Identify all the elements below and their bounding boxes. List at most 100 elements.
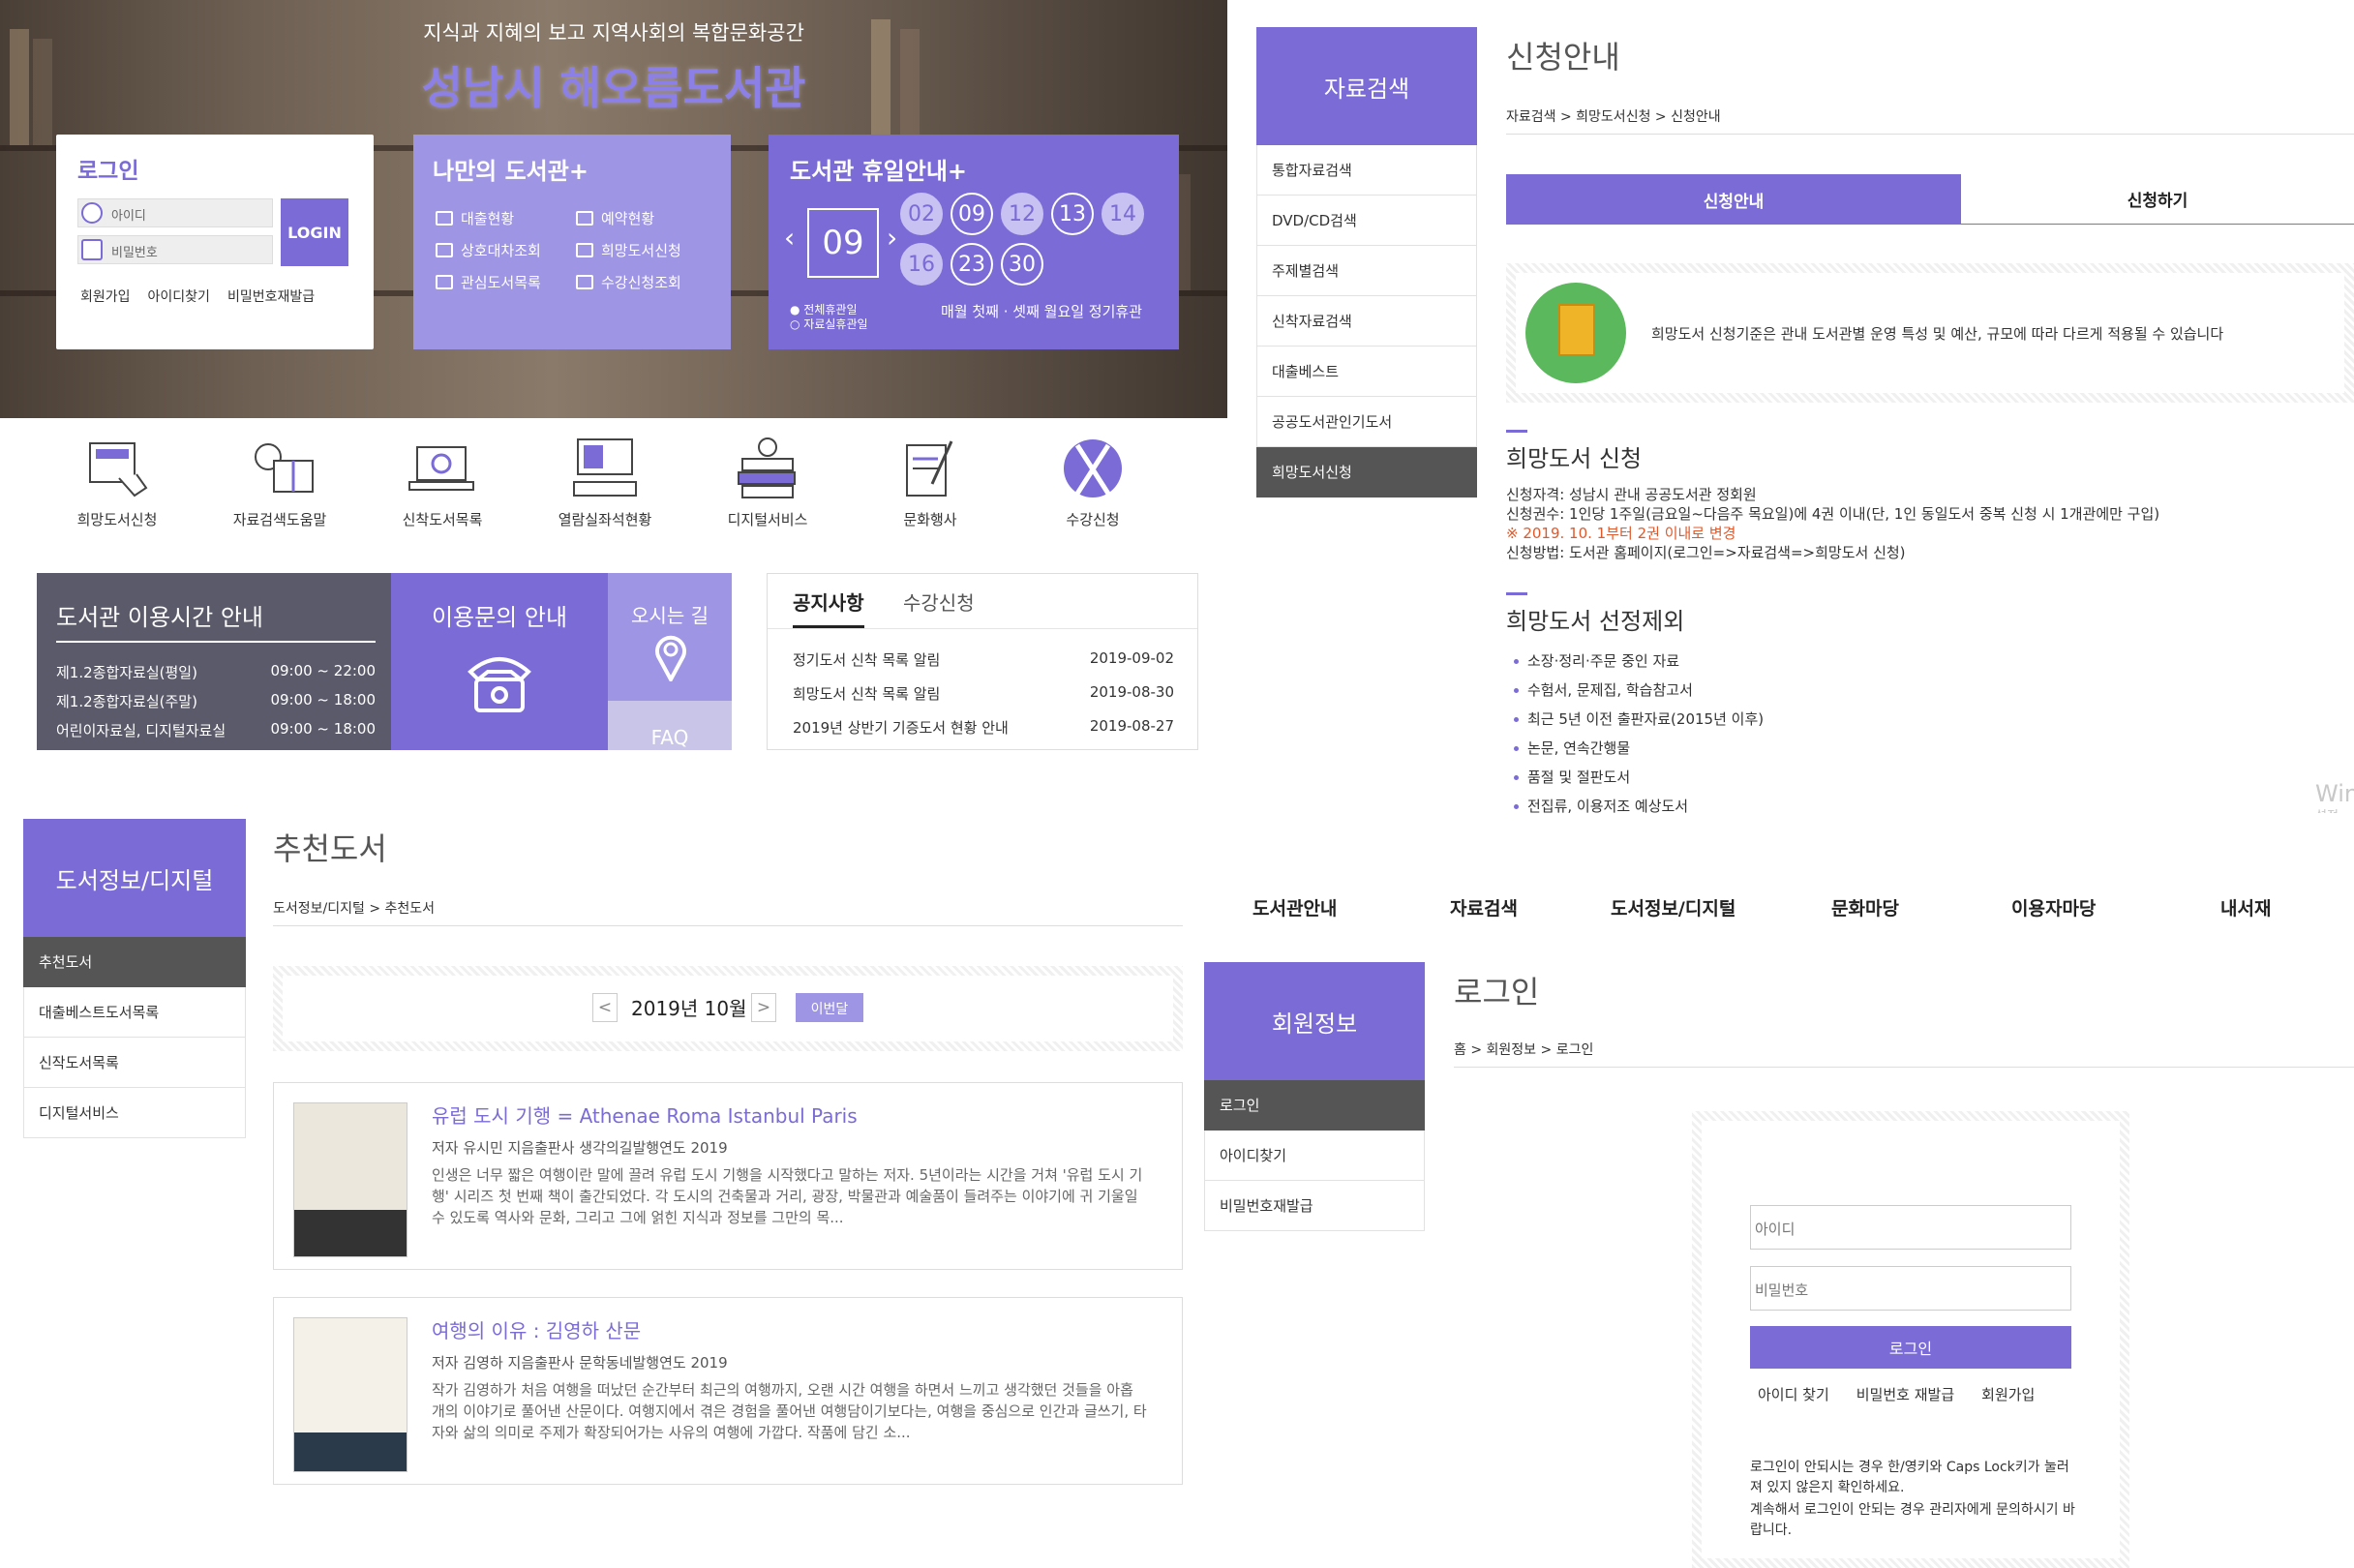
my-interest-list[interactable]: 관심도서목록: [436, 272, 541, 292]
fork-knife-icon: [1056, 436, 1130, 503]
my-course-list[interactable]: 수강신청조회: [576, 272, 681, 292]
quick-hope-book[interactable]: 희망도서신청: [45, 418, 190, 529]
my-reservation[interactable]: 예약현황: [576, 208, 654, 228]
faq-box[interactable]: FAQ: [608, 701, 732, 750]
book-meta: 저자 유시민 지음출판사 생각의길발행연도 2019: [432, 1139, 728, 1157]
side-item[interactable]: 공공도서관인기도서: [1256, 397, 1477, 447]
book-card[interactable]: 여행의 이유 : 김영하 산문 저자 김영하 지음출판사 문학동네발행연도 20…: [273, 1297, 1183, 1485]
hours-row: 제1.2종합자료실(평일) 09:00 ~ 22:00: [56, 662, 376, 681]
my-hope-book[interactable]: 희망도서신청: [576, 240, 681, 260]
notice-row[interactable]: 정기도서 신착 목록 알림 2019-09-02: [793, 649, 1174, 670]
side-item-active[interactable]: 희망도서신청: [1256, 447, 1477, 498]
section-title: 희망도서 신청: [1506, 445, 1643, 472]
side-item[interactable]: 통합자료검색: [1256, 145, 1477, 196]
book-title[interactable]: 유럽 도시 기행 = Athenae Roma Istanbul Paris: [432, 1101, 858, 1129]
side-item-active[interactable]: 로그인: [1204, 1080, 1425, 1131]
grid-icon: [436, 211, 453, 226]
notice-row[interactable]: 희망도서 신착 목록 알림 2019-08-30: [793, 683, 1174, 704]
prev-month-icon[interactable]: ‹: [784, 222, 795, 254]
this-month-button[interactable]: 이번달: [796, 993, 863, 1022]
notice-box: 공지사항 수강신청 정기도서 신착 목록 알림 2019-09-02 희망도서 신…: [767, 573, 1198, 750]
quick-new-books[interactable]: 신착도서목록: [370, 418, 515, 529]
side-title: 도서정보/디지털: [23, 819, 246, 937]
gnb-item[interactable]: 도서정보/디지털: [1611, 894, 1735, 920]
gnb-item[interactable]: 내서재: [2220, 894, 2271, 920]
book-cover: [293, 1102, 407, 1257]
find-id-link[interactable]: 아이디 찾기: [1758, 1384, 1829, 1404]
id-input[interactable]: 아이디: [1750, 1205, 2071, 1250]
next-month-icon[interactable]: ›: [887, 222, 897, 254]
side-item[interactable]: 대출베스트: [1256, 347, 1477, 397]
tab-course[interactable]: 수강신청: [903, 588, 975, 616]
check-icon: [576, 275, 593, 289]
prev-month-button[interactable]: <: [592, 993, 618, 1022]
side-item[interactable]: 아이디찾기: [1204, 1131, 1425, 1181]
hours-row: 제1.2종합자료실(주말) 09:00 ~ 18:00: [56, 691, 376, 710]
side-item[interactable]: DVD/CD검색: [1256, 196, 1477, 246]
side-item[interactable]: 대출베스트도서목록: [23, 987, 246, 1038]
book-title[interactable]: 여행의 이유 : 김영하 산문: [432, 1315, 641, 1343]
apply-line: 신청방법: 도서관 홈페이지(로그인=>자료검색=>희망도서 신청): [1506, 544, 1906, 561]
login-button[interactable]: LOGIN: [281, 198, 348, 266]
side-item[interactable]: 신착자료검색: [1256, 296, 1477, 347]
quick-search-help[interactable]: 자료검색도움말: [207, 418, 352, 529]
side-item-active[interactable]: 추천도서: [23, 937, 246, 987]
bookstack-icon: [436, 275, 453, 289]
hero-banner: 지식과 지혜의 보고 지역사회의 복합문화공간 성남시 해오름도서관 로그인 아…: [0, 0, 1227, 418]
quick-course[interactable]: 수강신청: [1020, 418, 1165, 529]
exclude-item: 전집류, 이용저조 예상도서: [1514, 796, 1688, 813]
my-interlibrary[interactable]: 상호대차조회: [436, 240, 541, 260]
my-library-title[interactable]: 나만의 도서관+: [433, 152, 588, 186]
gnb-item[interactable]: 자료검색: [1450, 894, 1518, 920]
signup-link[interactable]: 회원가입: [1981, 1384, 2035, 1404]
login-pw-placeholder: 비밀번호: [111, 246, 158, 260]
quick-menu: 희망도서신청 자료검색도움말 신착도서목록 열람실좌석현황 디지털서비스 문화행…: [0, 418, 1227, 546]
gnb-item[interactable]: 이용자마당: [2011, 894, 2096, 920]
login-id-input[interactable]: 아이디: [77, 198, 273, 227]
inquiry-title: 이용문의 안내: [431, 604, 568, 631]
inquiry-box[interactable]: 이용문의 안내: [391, 573, 608, 750]
person-icon: [576, 243, 593, 257]
reset-pw-link[interactable]: 비밀번호재발급: [227, 286, 315, 306]
find-id-link[interactable]: 아이디찾기: [148, 286, 210, 306]
next-month-button[interactable]: >: [751, 993, 776, 1022]
book-desc: 인생은 너무 짧은 여행이란 말에 끌려 유럽 도시 기행을 시작했다고 말하는…: [432, 1166, 1143, 1226]
book-icon: [576, 211, 593, 226]
legend-room-closed: ○ 자료실휴관일: [790, 317, 868, 331]
lightbulb-book-icon: [243, 436, 317, 503]
tab-guide[interactable]: 신청안내: [1506, 174, 1961, 225]
page-title: 로그인: [1454, 974, 1540, 1010]
reset-pw-link[interactable]: 비밀번호 재발급: [1856, 1384, 1954, 1404]
scroll-pen-icon: [893, 436, 967, 503]
side-item[interactable]: 주제별검색: [1256, 246, 1477, 296]
quick-seat-status[interactable]: 열람실좌석현황: [532, 418, 678, 529]
login-submit-button[interactable]: 로그인: [1750, 1326, 2071, 1369]
quick-digital[interactable]: 디지털서비스: [695, 418, 840, 529]
page-title: 신청안내: [1506, 39, 1620, 75]
book-card[interactable]: 유럽 도시 기행 = Athenae Roma Istanbul Paris 저…: [273, 1082, 1183, 1270]
quick-culture[interactable]: 문화행사: [858, 418, 1003, 529]
books-apple-icon: [731, 436, 804, 503]
home-panel: 지식과 지혜의 보고 지역사회의 복합문화공간 성남시 해오름도서관 로그인 아…: [0, 0, 1227, 750]
side-item[interactable]: 신작도서목록: [23, 1038, 246, 1088]
signup-link[interactable]: 회원가입: [80, 286, 131, 306]
notice-row[interactable]: 2019년 상반기 기증도서 현황 안내 2019-08-27: [793, 717, 1174, 738]
site-title[interactable]: 성남시 해오름도서관: [0, 53, 1227, 117]
tab-notice[interactable]: 공지사항: [793, 588, 864, 628]
side-item[interactable]: 디지털서비스: [23, 1088, 246, 1138]
my-loan-status[interactable]: 대출현황: [436, 208, 514, 228]
holiday-title[interactable]: 도서관 휴일안내+: [790, 152, 967, 186]
open-book-icon: [436, 243, 453, 257]
tab-apply[interactable]: 신청하기: [1961, 174, 2354, 225]
gnb-item[interactable]: 문화마당: [1831, 894, 1899, 920]
directions-box[interactable]: 오시는 길: [608, 573, 732, 701]
side-item[interactable]: 비밀번호재발급: [1204, 1181, 1425, 1231]
holiday-day: 09: [951, 193, 993, 235]
gnb-item[interactable]: 도서관안내: [1252, 894, 1337, 920]
breadcrumb: 자료검색 > 희망도서신청 > 신청안내: [1506, 109, 1721, 125]
login-pw-input[interactable]: 비밀번호: [77, 235, 273, 264]
password-input[interactable]: 비밀번호: [1750, 1266, 2071, 1311]
hero-tagline: 지식과 지혜의 보고 지역사회의 복합문화공간: [423, 21, 804, 45]
login-card-title: 로그인: [77, 159, 139, 184]
holiday-card: 도서관 휴일안내+ ‹ 09 › 02 09 12 13 14 16 23 30…: [769, 135, 1179, 349]
